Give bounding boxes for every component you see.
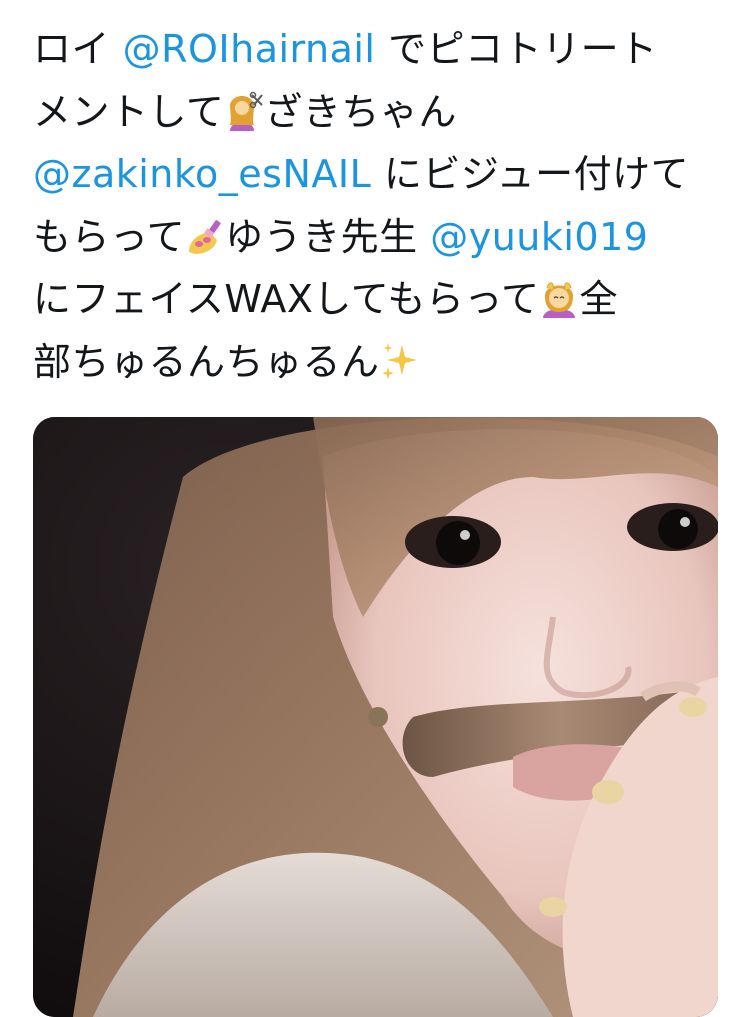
tweet-text-span: ゆうき先生 — [225, 214, 431, 259]
nail-polish-icon — [185, 212, 225, 254]
tweet-line: ロイ @ROIhairnail でピコトリート — [33, 18, 723, 81]
tweet-text-span: 全 — [579, 277, 618, 321]
tweet-line: メントして ざきちゃん — [33, 81, 723, 144]
tweet-text-span: メントして — [33, 89, 225, 134]
tweet-text-span: にビジュー付けて — [371, 152, 690, 196]
mention-link[interactable]: @yuuki019 — [430, 215, 648, 259]
tweet-line: 部ちゅるんちゅるん — [33, 331, 723, 394]
selfie-photo — [33, 417, 718, 1017]
tweet-text-span: 部ちゅるんちゅるん — [33, 339, 380, 384]
tweet-text-span: ざきちゃん — [264, 89, 457, 134]
face-massage-icon — [539, 274, 579, 318]
tweet-text-span: にフェイスWAXしてもらって — [33, 277, 540, 321]
tweet-line: @zakinko_esNAIL にビジュー付けて — [33, 143, 723, 206]
tweet-photo[interactable] — [33, 417, 718, 1017]
tweet-text-span: もらって — [33, 214, 186, 259]
mention-link[interactable]: @zakinko_esNAIL — [33, 152, 371, 196]
mention-link[interactable]: @ROIhairnail — [123, 27, 376, 71]
tweet-line: もらって ゆうき先生 @yuuki019 — [33, 206, 723, 269]
tweet-text-span: ロイ — [33, 27, 123, 71]
sparkles-icon — [380, 337, 420, 379]
tweet-text: ロイ @ROIhairnail でピコトリート メントして ざきちゃん @zakink… — [33, 18, 723, 393]
haircut-icon — [224, 87, 264, 131]
tweet-text-span: でピコトリート — [375, 27, 658, 71]
tweet-line: にフェイスWAXしてもらって全 — [33, 268, 723, 331]
